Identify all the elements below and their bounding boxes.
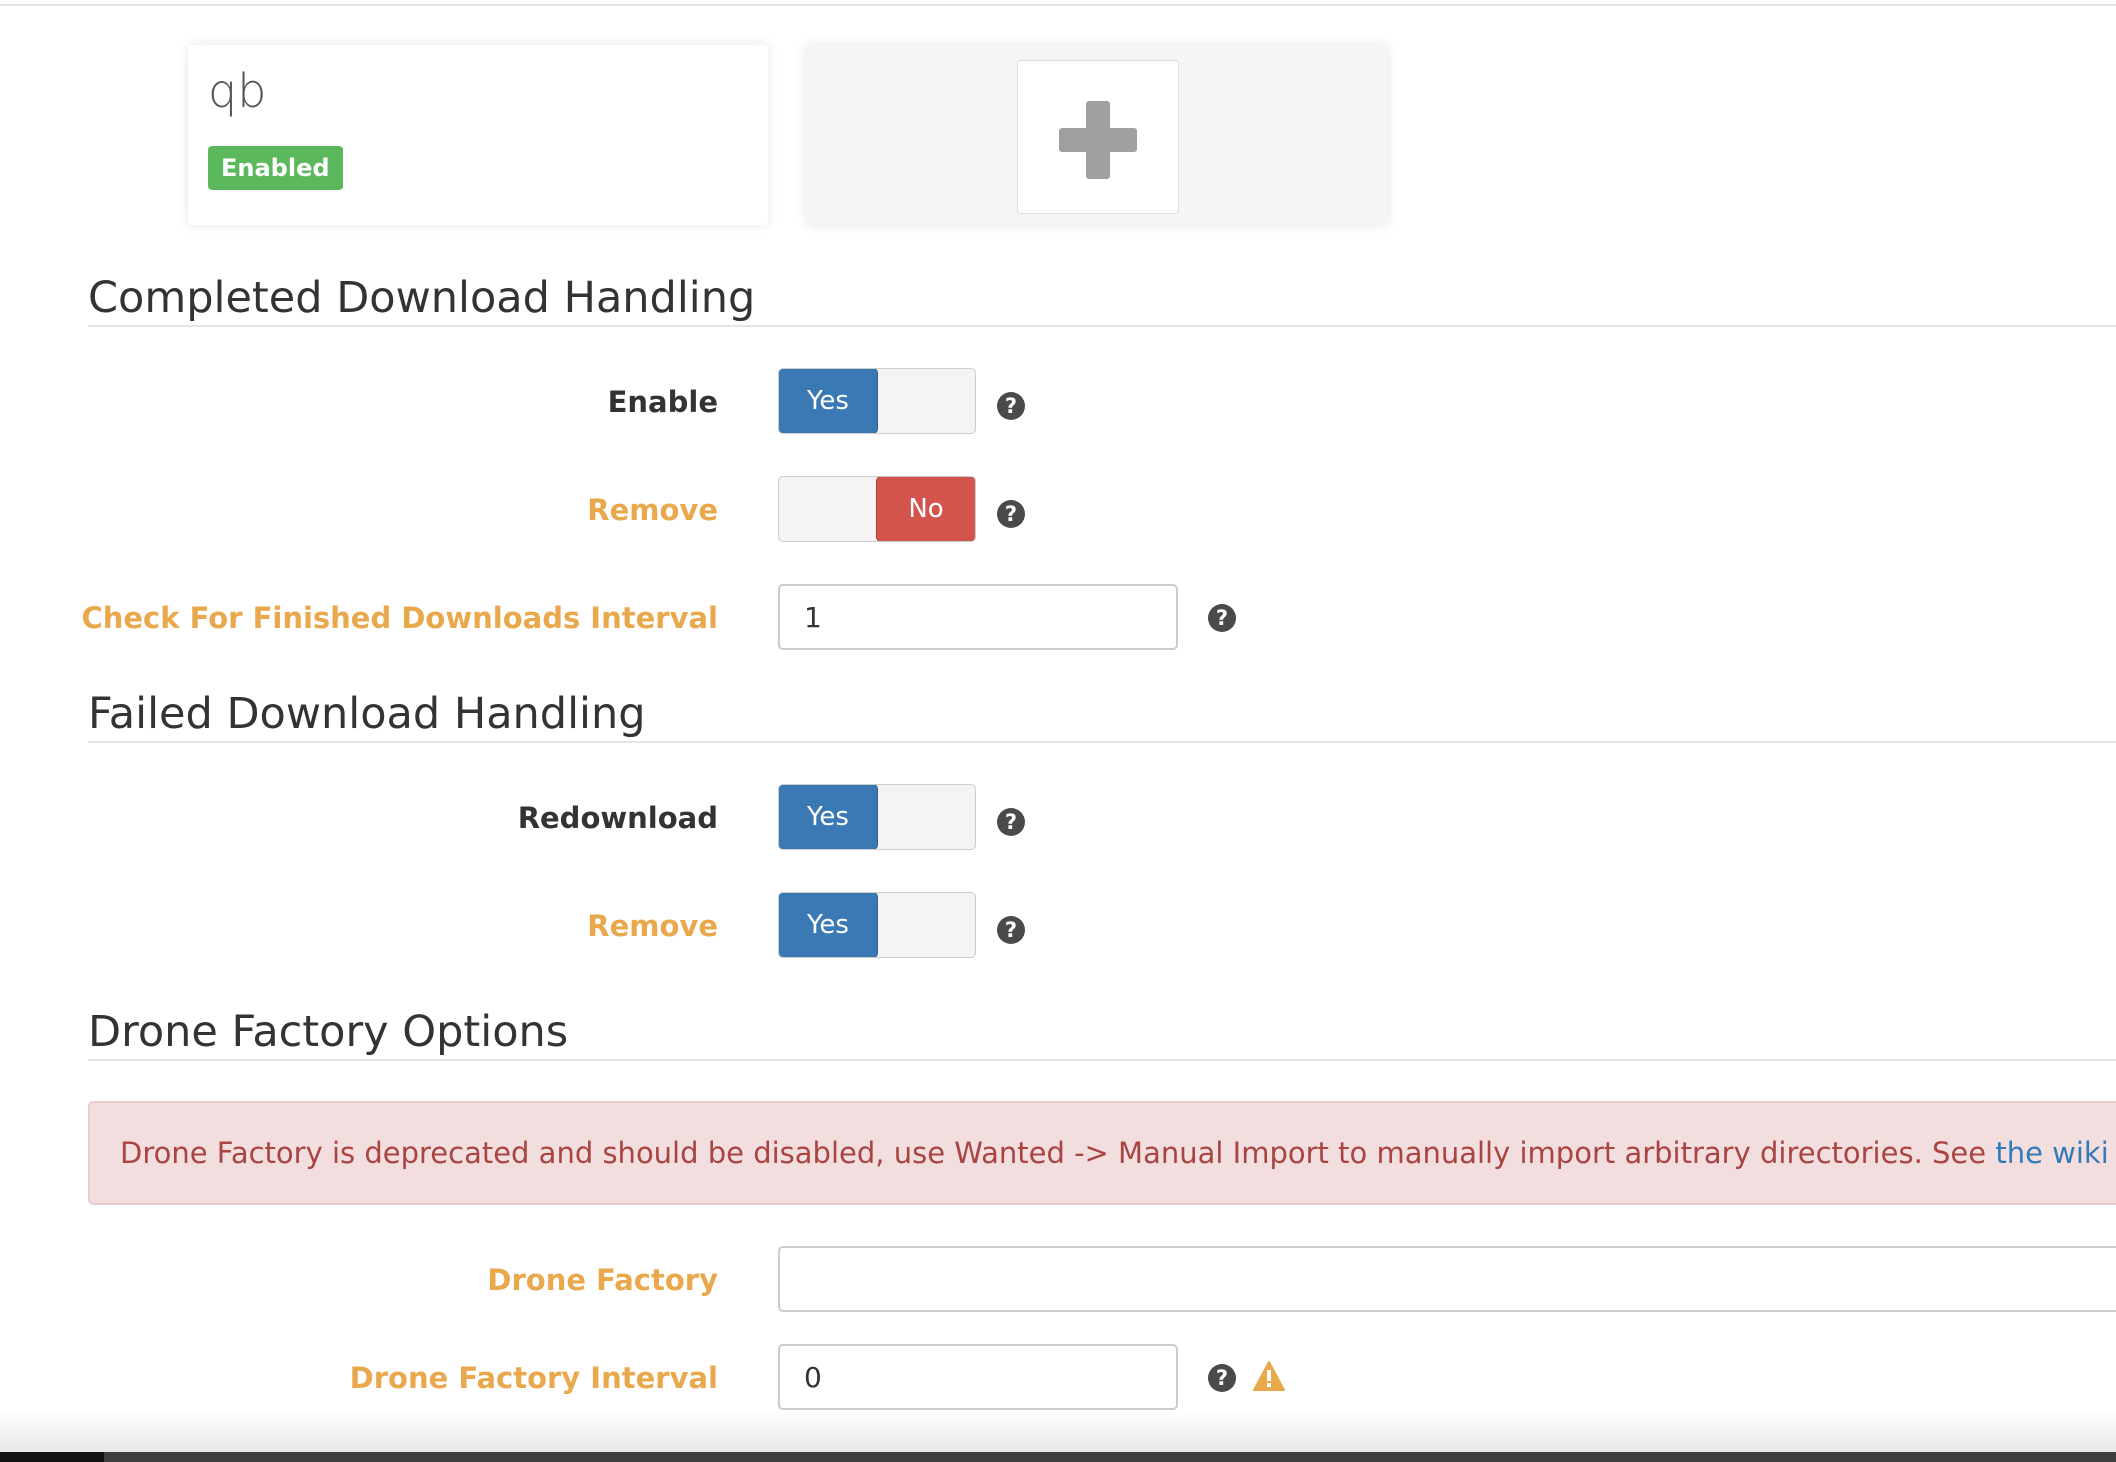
remove-completed-label: Remove	[587, 493, 718, 527]
help-icon[interactable]: ?	[997, 500, 1025, 528]
check-interval-input[interactable]	[778, 584, 1178, 650]
status-badge: Enabled	[208, 146, 343, 190]
toggle-yes-knob: Yes	[779, 893, 878, 957]
alert-text: Drone Factory is deprecated and should b…	[120, 1136, 1996, 1170]
section-title-drone-factory: Drone Factory Options	[88, 1007, 569, 1057]
wiki-link[interactable]: the wiki for further details	[1995, 1136, 2116, 1170]
drone-factory-interval-label: Drone Factory Interval	[349, 1361, 718, 1395]
section-title-failed: Failed Download Handling	[88, 689, 646, 739]
plus-icon-horizontal	[1059, 128, 1137, 152]
drone-factory-label: Drone Factory	[487, 1263, 718, 1297]
add-download-client-card[interactable]	[806, 45, 1388, 225]
help-icon[interactable]: ?	[1208, 604, 1236, 632]
toggle-yes-knob: Yes	[779, 785, 878, 849]
help-icon[interactable]: ?	[1208, 1364, 1236, 1392]
download-client-card[interactable]: qb Enabled	[188, 45, 768, 225]
help-icon[interactable]: ?	[997, 916, 1025, 944]
toggle-yes-knob: Yes	[779, 369, 878, 433]
bottom-bar	[0, 1452, 2116, 1462]
drone-factory-input[interactable]	[778, 1246, 2116, 1312]
enable-toggle[interactable]: Yes	[778, 368, 976, 434]
remove-failed-label: Remove	[587, 909, 718, 943]
top-divider	[0, 4, 2116, 6]
check-interval-label: Check For Finished Downloads Interval	[81, 601, 718, 635]
redownload-label: Redownload	[517, 801, 718, 835]
drone-factory-interval-input[interactable]	[778, 1344, 1178, 1410]
remove-failed-toggle[interactable]: Yes	[778, 892, 976, 958]
redownload-toggle[interactable]: Yes	[778, 784, 976, 850]
section-divider	[88, 741, 2116, 743]
add-client-button[interactable]	[1017, 60, 1179, 214]
section-divider	[88, 1059, 2116, 1061]
help-icon[interactable]: ?	[997, 808, 1025, 836]
deprecation-alert: Drone Factory is deprecated and should b…	[88, 1101, 2116, 1205]
toggle-no-knob: No	[876, 477, 975, 541]
warning-icon[interactable]	[1252, 1360, 1286, 1392]
remove-completed-toggle[interactable]: No	[778, 476, 976, 542]
settings-page: qb Enabled Completed Download Handling E…	[0, 0, 2116, 1462]
client-name: qb	[208, 64, 267, 118]
enable-label: Enable	[607, 385, 718, 419]
bottom-shadow	[0, 1410, 2116, 1452]
bottom-bar-edge	[0, 1452, 104, 1462]
help-icon[interactable]: ?	[997, 392, 1025, 420]
section-divider	[88, 325, 2116, 327]
section-title-completed: Completed Download Handling	[88, 273, 756, 323]
